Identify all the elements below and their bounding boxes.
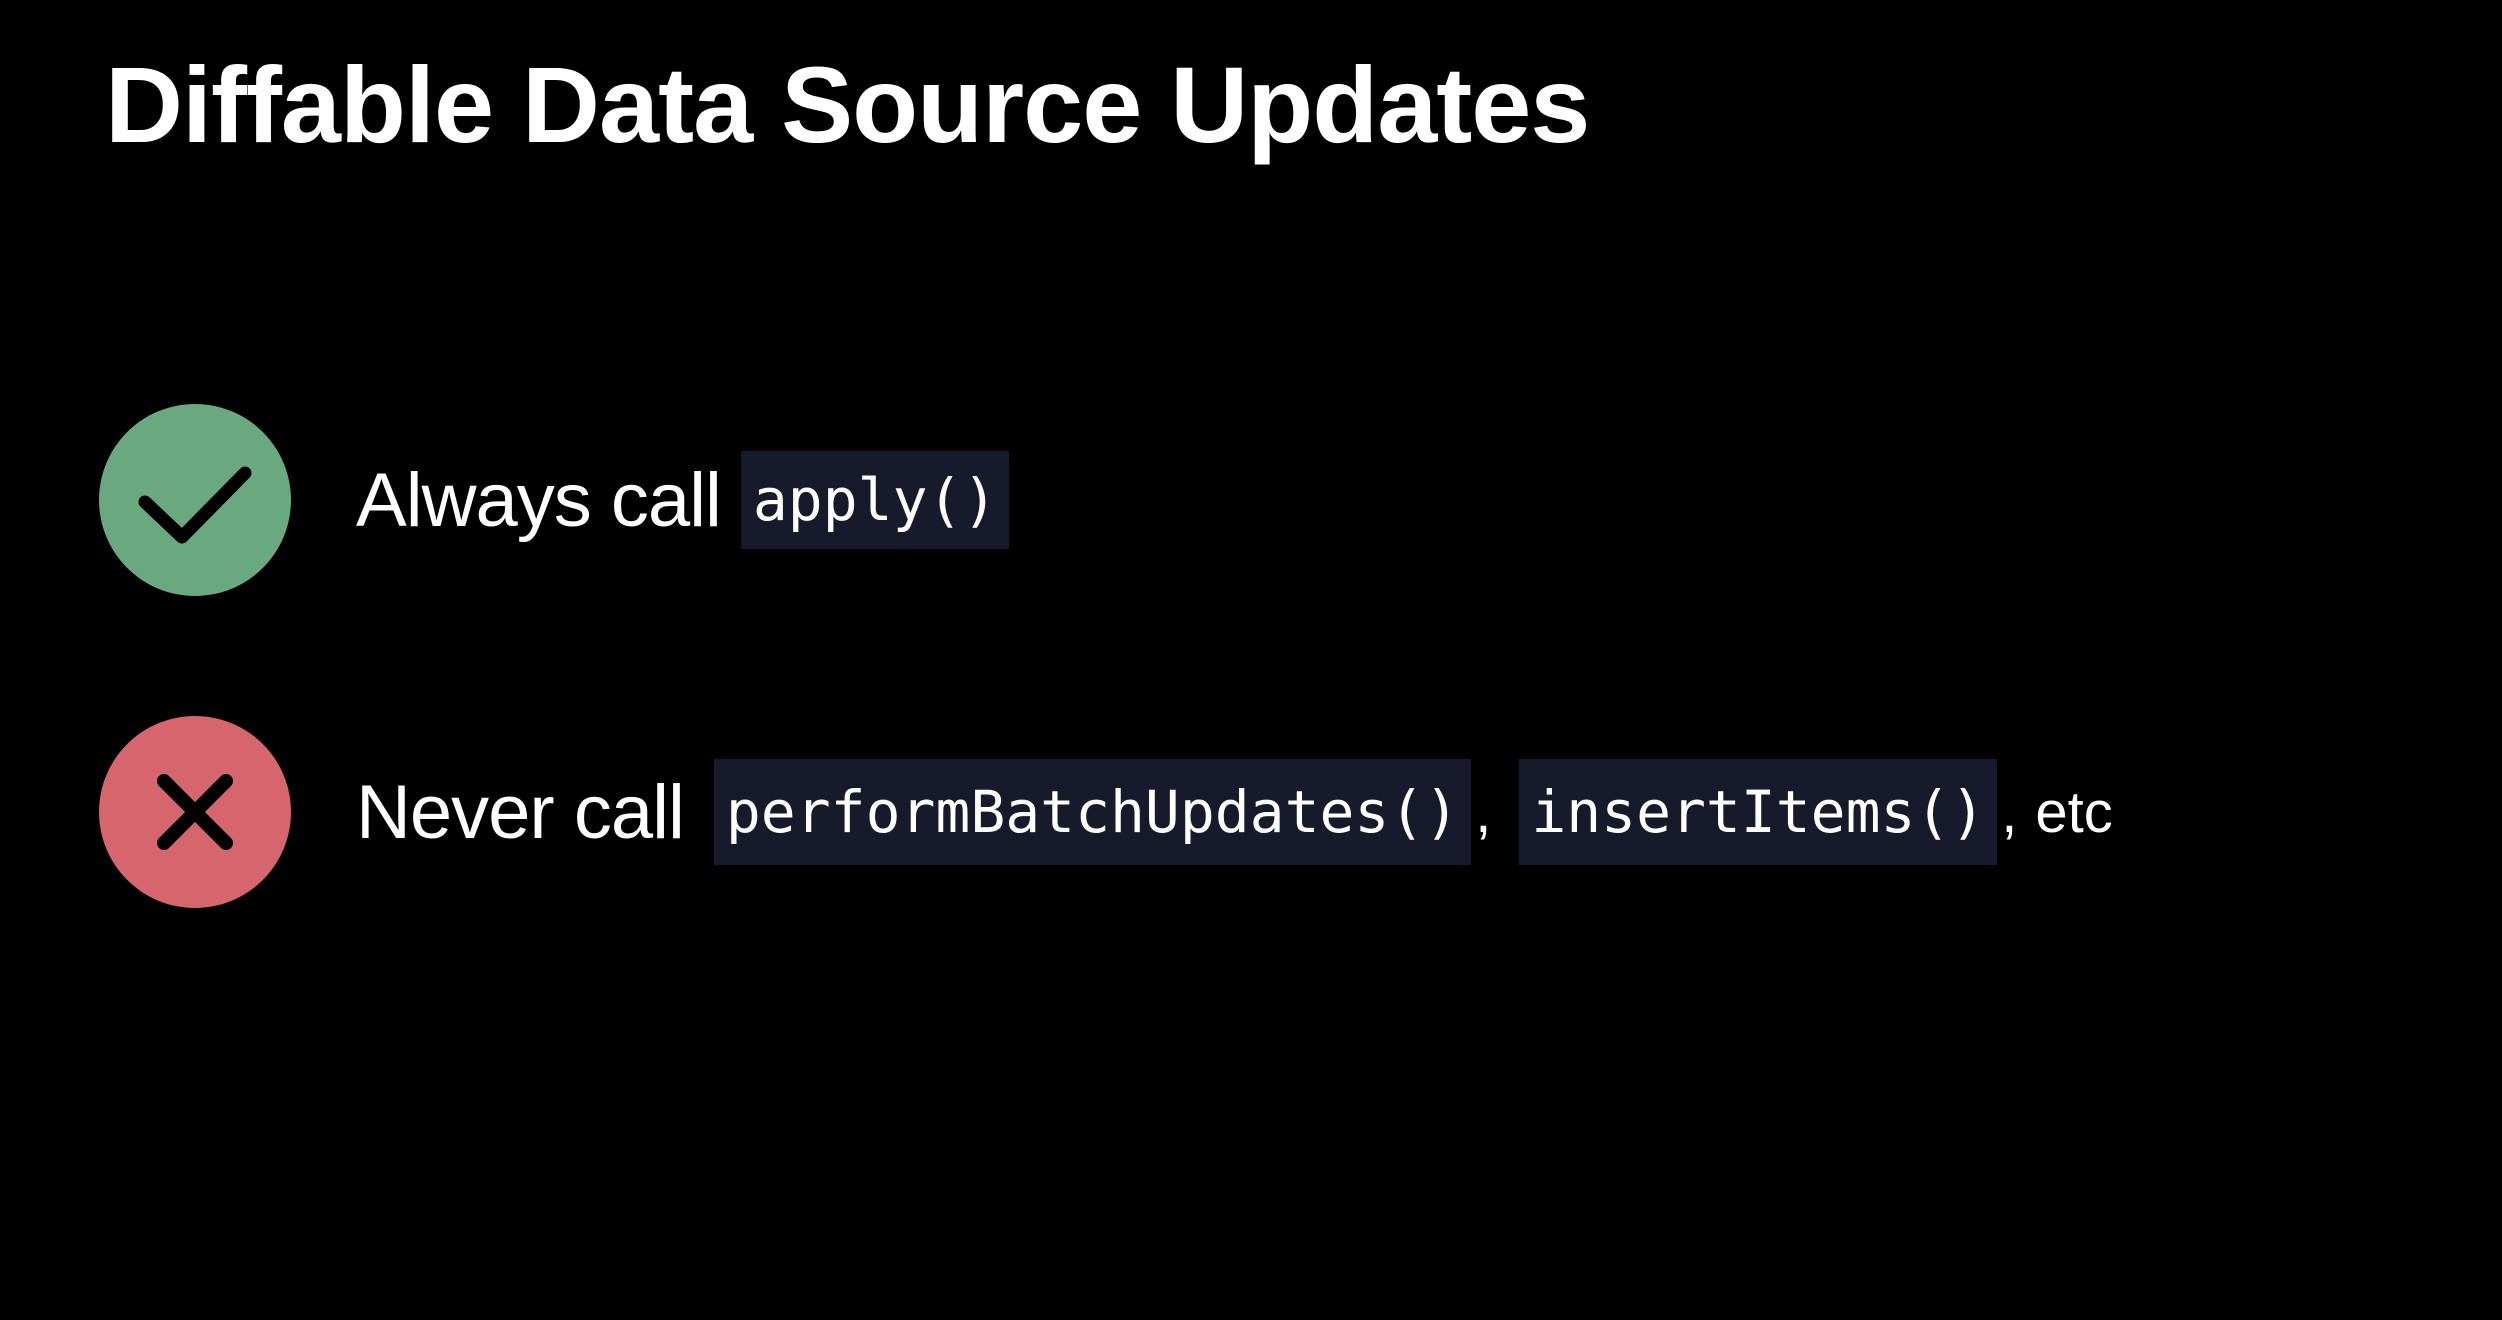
code-perform-batch-updates: performBatchUpdates() (713, 759, 1472, 865)
code-insert-items: insertItems() (1519, 759, 1998, 865)
rule-dont: Never call performBatchUpdates() , inser… (0, 716, 2502, 908)
code-apply: apply() (740, 451, 1010, 549)
xmark-icon (157, 774, 233, 850)
dont-text: Never call performBatchUpdates() , inser… (356, 716, 2113, 908)
do-badge (99, 404, 291, 596)
separator-comma: , (1475, 779, 1492, 845)
etc-label: etc (2035, 779, 2113, 845)
do-text: Always call apply() (356, 404, 1010, 596)
rule-do: Always call apply() (0, 404, 2502, 596)
dont-label: Never call (356, 769, 685, 855)
dont-badge (99, 716, 291, 908)
checkmark-icon (138, 466, 252, 544)
do-label: Always call (356, 457, 722, 543)
separator-comma: , (2001, 779, 2018, 845)
slide-title: Diffable Data Source Updates (105, 44, 1590, 165)
